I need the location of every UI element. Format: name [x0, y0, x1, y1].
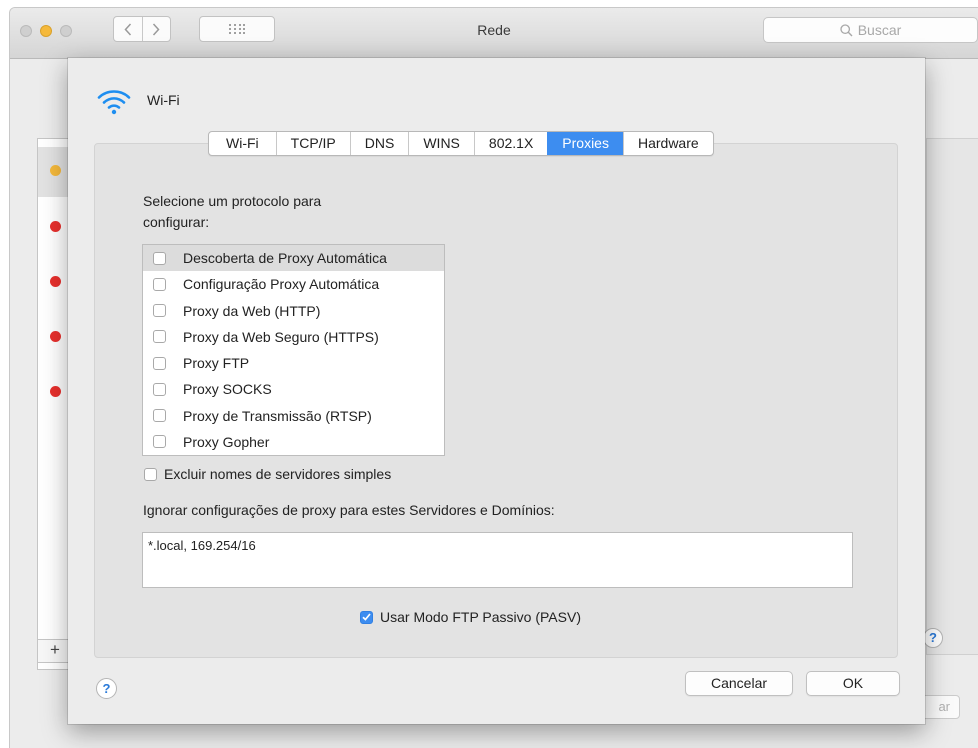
wifi-icon — [97, 90, 131, 115]
sheet-title: Wi-Fi — [147, 92, 180, 108]
protocol-list: Descoberta de Proxy Automática Configura… — [142, 244, 445, 456]
tab-wins[interactable]: WINS — [408, 132, 474, 155]
protocol-item-socks[interactable]: Proxy SOCKS — [143, 376, 444, 402]
forward-button[interactable] — [141, 17, 171, 41]
protocol-label: Proxy Gopher — [183, 433, 270, 450]
protocol-item-gopher[interactable]: Proxy Gopher — [143, 429, 444, 455]
grid-icon — [229, 24, 245, 34]
protocol-checkbox[interactable] — [153, 356, 166, 370]
tab-hardware[interactable]: Hardware — [622, 132, 713, 155]
protocol-item-rtsp[interactable]: Proxy de Transmissão (RTSP) — [143, 403, 444, 429]
tab-dns[interactable]: DNS — [349, 132, 409, 155]
protocol-item-https[interactable]: Proxy da Web Seguro (HTTPS) — [143, 324, 444, 350]
bypass-label: Ignorar configurações de proxy para este… — [143, 502, 555, 518]
passive-ftp-label: Usar Modo FTP Passivo (PASV) — [380, 609, 581, 625]
tab-wifi[interactable]: Wi-Fi — [209, 132, 276, 155]
protocol-instructions: Selecione um protocolo para configurar: — [143, 191, 321, 233]
protocol-item-http[interactable]: Proxy da Web (HTTP) — [143, 298, 444, 324]
proxies-sheet: Wi-Fi Wi-Fi TCP/IP DNS WINS 802.1X Proxi… — [68, 58, 925, 724]
protocol-checkbox[interactable] — [153, 277, 166, 291]
tab-tcpip[interactable]: TCP/IP — [275, 132, 350, 155]
status-dot-red — [50, 221, 61, 232]
exclude-simple-hosts-label: Excluir nomes de servidores simples — [164, 466, 392, 482]
status-dot-red — [50, 331, 61, 342]
status-dot-red — [50, 386, 61, 397]
ok-button[interactable]: OK — [806, 671, 900, 696]
tab-bar: Wi-Fi TCP/IP DNS WINS 802.1X Proxies Har… — [208, 131, 714, 156]
protocol-instructions-line1: Selecione um protocolo para — [143, 193, 322, 209]
protocol-item-auto-config[interactable]: Configuração Proxy Automática — [143, 271, 444, 297]
back-button[interactable] — [114, 17, 142, 41]
close-window-button[interactable] — [20, 25, 32, 37]
protocol-label: Proxy da Web (HTTP) — [183, 302, 321, 319]
exclude-simple-hosts[interactable]: Excluir nomes de servidores simples — [144, 466, 391, 482]
checkmark-icon — [362, 613, 371, 621]
tab-8021x[interactable]: 802.1X — [473, 132, 547, 155]
protocol-item-ftp[interactable]: Proxy FTP — [143, 350, 444, 376]
exclude-simple-hosts-checkbox[interactable] — [144, 467, 157, 481]
help-button[interactable]: ? — [96, 678, 117, 699]
background-detail-panel — [926, 138, 978, 655]
show-all-button[interactable] — [199, 16, 275, 42]
protocol-label: Descoberta de Proxy Automática — [183, 250, 387, 267]
protocol-checkbox[interactable] — [153, 435, 166, 449]
background-help-button[interactable]: ? — [923, 628, 943, 648]
zoom-window-button[interactable] — [60, 25, 72, 37]
protocol-instructions-line2: configurar: — [143, 214, 210, 230]
protocol-label: Proxy SOCKS — [183, 381, 272, 398]
passive-ftp-checkbox[interactable] — [360, 610, 373, 624]
status-dot-red — [50, 276, 61, 287]
protocol-checkbox[interactable] — [153, 304, 166, 318]
search-field[interactable]: Buscar — [763, 17, 978, 43]
protocol-label: Proxy da Web Seguro (HTTPS) — [183, 328, 379, 345]
search-icon — [840, 23, 853, 36]
protocol-item-auto-discovery[interactable]: Descoberta de Proxy Automática — [143, 245, 444, 272]
protocol-label: Proxy de Transmissão (RTSP) — [183, 407, 372, 424]
chevron-right-icon — [153, 22, 160, 36]
protocol-checkbox[interactable] — [153, 409, 166, 423]
protocol-checkbox[interactable] — [153, 251, 166, 265]
cancel-button[interactable]: Cancelar — [685, 671, 793, 696]
tab-proxies[interactable]: Proxies — [547, 132, 623, 155]
minimize-window-button[interactable] — [40, 25, 52, 37]
chevron-left-icon — [124, 22, 131, 36]
navigation-buttons — [113, 16, 171, 42]
search-placeholder: Buscar — [857, 22, 902, 38]
status-dot-orange — [50, 165, 61, 176]
protocol-checkbox[interactable] — [153, 382, 166, 396]
title-bar: Rede Buscar — [10, 8, 978, 59]
protocol-label: Configuração Proxy Automática — [183, 276, 380, 293]
passive-ftp[interactable]: Usar Modo FTP Passivo (PASV) — [360, 609, 581, 625]
bypass-domains-field[interactable]: *.local, 169.254/16 — [142, 532, 853, 588]
service-list — [37, 138, 72, 670]
protocol-label: Proxy FTP — [183, 355, 250, 372]
protocol-checkbox[interactable] — [153, 330, 166, 344]
